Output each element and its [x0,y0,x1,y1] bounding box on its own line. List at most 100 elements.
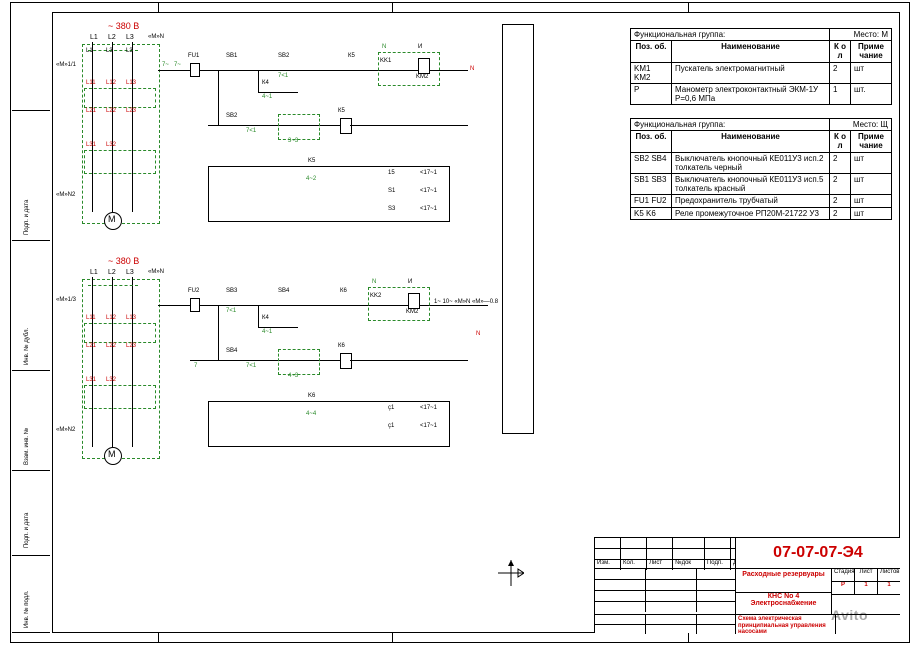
tb-line1: Расходные резервуары [736,569,831,593]
bind-mark [12,632,50,633]
sb4-label: SB4 [278,288,289,294]
wire [132,42,133,212]
node: 4~1 [262,94,272,100]
node: 7<1 [246,363,256,369]
k4-label: К4 [262,80,269,86]
td: 2 [830,152,851,173]
th: Наименование [672,131,830,152]
bus-in: «M»1/3 [56,297,76,303]
td: Выключатель кнопочный КЕ011У3 исп.2 толк… [672,152,830,173]
bus-in: «M»1/1 [56,62,76,68]
phase: L2 [108,34,116,41]
phase: L1 [90,269,98,276]
km-lbl: L22 [106,108,116,114]
tb-cell: Стадия [832,569,855,581]
td: Р [631,83,672,104]
phase-sub: L3 [126,48,133,54]
tail-label: 1~ 10~ «M»N «M»—0.8 [434,299,498,305]
table-row: K5 K6 Реле промежуточное РП20М-21722 У3 … [631,207,892,219]
k-label: К6 [340,288,347,294]
km-box [84,88,156,108]
thermal-box [84,385,156,409]
node: 7 [194,363,197,369]
td: шт [851,195,892,207]
k-label: K6 [308,393,315,399]
fuse-icon [190,298,200,312]
sb4-box [278,349,320,375]
bind-mark [12,470,50,471]
k5-coil-icon [340,118,352,134]
wire [92,277,93,447]
power-box [82,44,160,224]
td: FU1 FU2 [631,195,672,207]
km-lbl: L23 [126,108,136,114]
sb2-label: SB2 [278,53,289,59]
km-label: KM2 [416,74,428,80]
i-label: И [408,279,412,285]
tick [688,2,689,12]
binding-label: Инв. № дубл. [24,328,30,365]
kk-label: KK2 [370,293,381,299]
sb-label: SB4 [226,348,237,354]
tick [158,2,159,12]
th: Поз. об. [631,131,672,152]
n-label: N [372,279,376,285]
td: Выключатель кнопочный КЕ011У3 исп.5 толк… [672,173,830,194]
table-row: SB1 SB3 Выключатель кнопочный КЕ011У3 ис… [631,173,892,194]
phase: L3 [126,34,134,41]
phase: L3 [126,269,134,276]
binding-label: Взам. инв. № [24,428,30,465]
power-label: ~ 380 В [108,257,139,266]
k4-label: К4 [262,315,269,321]
sb-label: SB1 [226,53,237,59]
td: 1 [830,83,851,104]
tb-cell: Листов [878,569,900,581]
fg-title: Функциональная группа: [631,29,830,41]
km-lbl: L11 [86,80,96,86]
node: 4~4 [306,411,316,417]
table-row: SB2 SB4 Выключатель кнопочный КЕ011У3 ис… [631,152,892,173]
td: Реле промежуточное РП20М-21722 У3 [672,207,830,219]
tb-bottom: Схема электрическая принципиальная управ… [736,615,836,634]
strip-l: ç1 [388,423,394,429]
strip-l: S1 [388,188,395,194]
km-lbl: L12 [106,80,116,86]
wire [350,125,468,126]
bind-mark [12,240,50,241]
td: 2 [830,195,851,207]
km-coil-icon [418,58,430,74]
tb-val: 1 [878,582,900,594]
bus-in: «M»N2 [56,192,75,198]
breaker-link [88,285,138,300]
td: Манометр электроконтактный ЭКМ-1У Р=0,6 … [672,83,830,104]
td: Предохранитель трубчатый [672,195,830,207]
td: SB2 SB4 [631,152,672,173]
strip-r: <17~1 [420,405,437,411]
north-arrow-icon [498,560,524,586]
th: Наименование [672,41,830,62]
km-lbl: L21 [86,108,96,114]
binding-label: Инв. № подл. [24,591,30,628]
node: 3~3 [288,138,298,144]
rail-n: N [476,331,480,337]
strip-l: ç1 [388,405,394,411]
phase-sub: L1 [86,48,93,54]
drawing-sheet: Инв. № подл. Подп. и дата Взам. инв. № И… [0,0,918,651]
bind-mark [12,555,50,556]
tb-owner: КНС No 4 [736,593,831,600]
power-label: ~ 380 В [108,22,139,31]
wire [258,70,259,92]
power-box [82,279,160,459]
td: шт [851,173,892,194]
fuse-label: FU1 [188,53,199,59]
bus-in: «M»N2 [56,427,75,433]
kk-label: KK1 [380,58,391,64]
bind-mark [12,370,50,371]
tb-cell: Лист [855,569,878,581]
thermal-box [84,150,156,174]
wire [158,305,488,306]
sb-label: SB3 [226,288,237,294]
fg-loc: Место: М [830,29,892,41]
neutral-in: «M»N [148,269,164,275]
node: 4~1 [262,329,272,335]
